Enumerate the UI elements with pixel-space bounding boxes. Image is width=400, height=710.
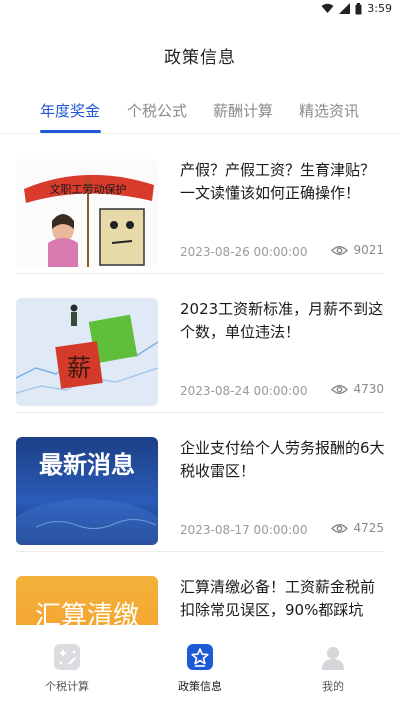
status-bar: 3:59 [0, 0, 400, 18]
article-thumbnail: 汇算清缴 [16, 576, 158, 625]
page-title: 政策信息 [164, 48, 236, 68]
nav-item-profile[interactable]: 我的 [283, 644, 383, 694]
thumbnail-banner-text: 文职工劳动保护 [50, 182, 127, 196]
nav-label: 个税计算 [45, 680, 89, 693]
article-title[interactable]: 产假？产假工资？生育津贴？一文读懂该如何正确操作！ [180, 159, 386, 205]
article-title[interactable]: 企业支付给个人劳务报酬的6大税收雷区！ [180, 437, 386, 483]
nav-item-tax-calc[interactable]: 个税计算 [17, 644, 117, 694]
tab-salary-calc[interactable]: 薪酬计算 [213, 88, 273, 134]
tab-tax-formula[interactable]: 个税公式 [127, 88, 187, 134]
active-tab-indicator [40, 130, 101, 133]
article-views: 4730 [331, 382, 384, 396]
star-policy-icon [187, 644, 213, 670]
article-title[interactable]: 2023工资新标准，月薪不到这个数，单位违法！ [180, 298, 386, 344]
article-views: 4725 [331, 521, 384, 535]
user-icon [320, 644, 346, 670]
article-item[interactable]: 薪 2023工资新标准，月薪不到这个数，单位违法！ 2023-08-24 00:… [0, 274, 400, 413]
eye-icon [331, 384, 349, 394]
nav-item-policy-info[interactable]: 政策信息 [150, 644, 250, 694]
article-item[interactable]: 汇算清缴 汇算清缴必备！工资薪金税前扣除常见误区，90%都踩坑了！ [0, 552, 400, 625]
view-count: 4725 [353, 521, 384, 535]
article-date: 2023-08-26 00:00:00 [180, 245, 308, 259]
eye-icon [331, 245, 349, 255]
page-header: 政策信息 [0, 38, 400, 78]
calculator-icon [54, 644, 80, 670]
article-views: 9021 [331, 243, 384, 257]
article-thumbnail: 文职工劳动保护 [16, 159, 158, 267]
battery-icon [355, 2, 362, 14]
article-list[interactable]: 文职工劳动保护 产假？产假工资？生育津贴？一文读懂该如何正确操作！ 2023-0… [0, 135, 400, 625]
article-title[interactable]: 汇算清缴必备！工资薪金税前扣除常见误区，90%都踩坑了！ [180, 576, 386, 625]
view-count: 9021 [353, 243, 384, 257]
tab-annual-bonus[interactable]: 年度奖金 [40, 88, 100, 134]
thumbnail-tile-text: 薪 [67, 354, 91, 382]
eye-icon [331, 523, 349, 533]
article-date: 2023-08-24 00:00:00 [180, 384, 308, 398]
article-date: 2023-08-17 00:00:00 [180, 523, 308, 537]
article-thumbnail: 最新消息 [16, 437, 158, 545]
bottom-navigation: 个税计算 政策信息 我的 [0, 628, 400, 710]
article-item[interactable]: 文职工劳动保护 产假？产假工资？生育津贴？一文读懂该如何正确操作！ 2023-0… [0, 135, 400, 274]
thumbnail-headline-text: 最新消息 [39, 451, 135, 479]
wifi-icon [321, 3, 334, 13]
thumbnail-headline-text: 汇算清缴 [35, 601, 139, 625]
status-icons: 3:59 [321, 2, 392, 15]
signal-icon [339, 3, 351, 14]
category-tabs: 年度奖金 个税公式 薪酬计算 精选资讯 [0, 88, 400, 134]
article-item[interactable]: 最新消息 企业支付给个人劳务报酬的6大税收雷区！ 2023-08-17 00:0… [0, 413, 400, 552]
tab-featured-news[interactable]: 精选资讯 [299, 88, 359, 134]
article-thumbnail: 薪 [16, 298, 158, 406]
nav-label: 我的 [322, 680, 344, 693]
nav-label: 政策信息 [178, 680, 222, 693]
status-time: 3:59 [367, 2, 392, 15]
view-count: 4730 [353, 382, 384, 396]
